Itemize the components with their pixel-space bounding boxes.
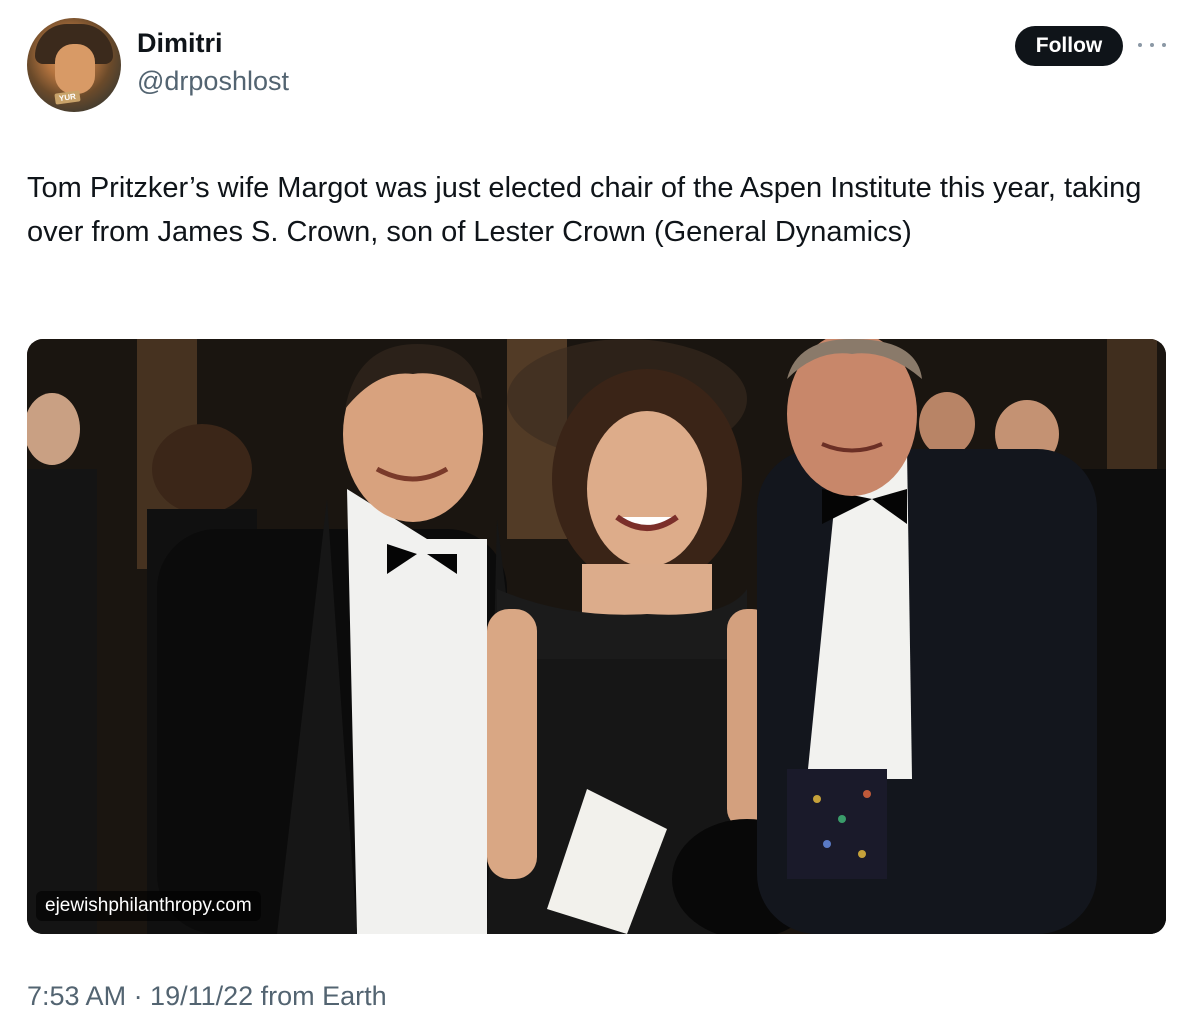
author-display-name[interactable]: Dimitri — [137, 28, 223, 59]
tweet-card: YUR Dimitri @drposhlost Follow Tom Pritz… — [0, 0, 1200, 1017]
tweet-photo[interactable] — [27, 339, 1166, 934]
photo-illustration — [27, 339, 1166, 934]
tweet-text: Tom Pritzker’s wife Margot was just elec… — [27, 172, 1142, 248]
author-avatar[interactable]: YUR — [27, 18, 121, 112]
photo-watermark: ejewishphilanthropy.com — [36, 891, 261, 921]
more-horizontal-icon[interactable] — [1138, 38, 1166, 52]
avatar-badge: YUR — [54, 90, 81, 105]
follow-button[interactable]: Follow — [1015, 26, 1123, 66]
author-handle[interactable]: @drposhlost — [137, 66, 289, 97]
tweet-timestamp[interactable]: 7:53 AM · 19/11/22 from Earth — [27, 981, 387, 1012]
